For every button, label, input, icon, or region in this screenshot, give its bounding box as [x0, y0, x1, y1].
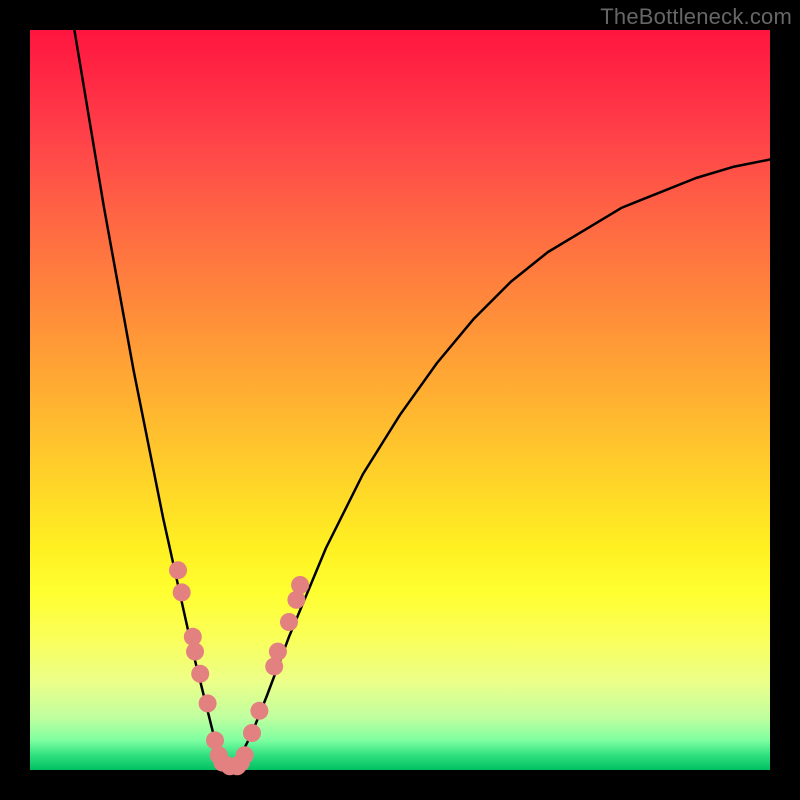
curve-left-branch [74, 30, 229, 770]
marker-point [243, 724, 261, 742]
frame: TheBottleneck.com [0, 0, 800, 800]
marker-point [250, 702, 268, 720]
marker-point [280, 613, 298, 631]
plot-area [30, 30, 770, 770]
marker-point [236, 746, 254, 764]
marker-point [199, 694, 217, 712]
marker-point [291, 576, 309, 594]
watermark-text: TheBottleneck.com [600, 4, 792, 30]
curve-right-branch [230, 160, 770, 771]
marker-point [173, 583, 191, 601]
curve-group [74, 30, 770, 770]
chart-svg [30, 30, 770, 770]
marker-point [186, 643, 204, 661]
marker-point [191, 665, 209, 683]
marker-point [269, 643, 287, 661]
marker-group [169, 561, 309, 775]
marker-point [169, 561, 187, 579]
